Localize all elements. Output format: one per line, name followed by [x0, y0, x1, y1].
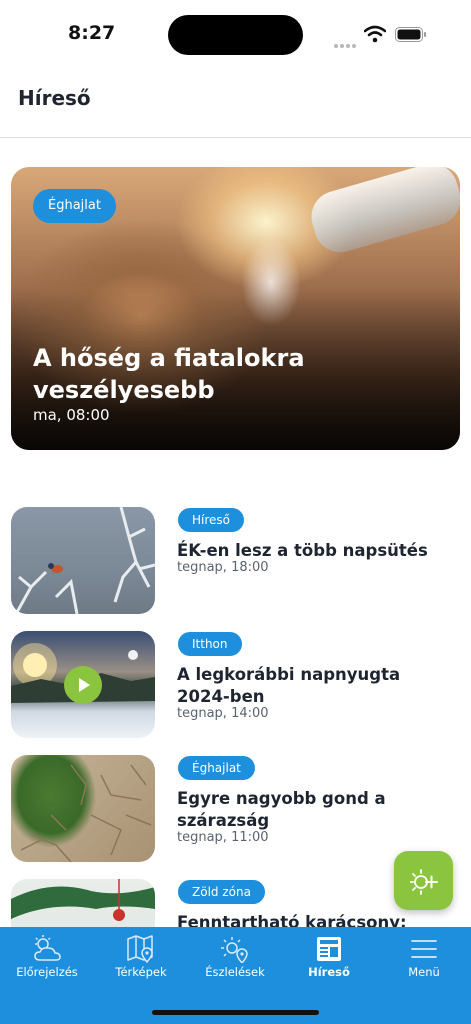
- map-icon: [127, 935, 153, 963]
- home-indicator[interactable]: [152, 1010, 319, 1015]
- news-list-item[interactable]: Híreső ÉK-en lesz a több napsütés tegnap…: [11, 507, 461, 615]
- status-bar: 8:27: [0, 0, 471, 70]
- cloud-sun-icon: [34, 935, 61, 961]
- news-thumbnail: [11, 507, 155, 614]
- tab-label: Észlelések: [205, 965, 265, 979]
- tab-label: Előrejelzés: [16, 965, 78, 979]
- hero-title: A hőség a fiatalokra veszélyesebb: [33, 344, 305, 404]
- hero-time: ma, 08:00: [33, 406, 110, 424]
- add-observation-button[interactable]: [394, 851, 453, 910]
- tab-label: Menü: [408, 965, 440, 979]
- news-list-item[interactable]: Itthon A legkorábbi napnyugta 2024-ben t…: [11, 631, 461, 739]
- tab-observations[interactable]: Észlelések: [188, 927, 282, 997]
- news-list-item[interactable]: Éghajlat Egyre nagyobb gond a szárazság …: [11, 755, 461, 863]
- menu-icon: [411, 940, 437, 958]
- battery-icon: [395, 27, 426, 42]
- tab-news[interactable]: Híreső: [282, 927, 376, 997]
- page-header: Híreső: [0, 70, 471, 138]
- bottom-tab-bar: Előrejelzés Térképek Észlelések Híreső M…: [0, 927, 471, 1024]
- sun-location-icon: [221, 937, 248, 963]
- news-time: tegnap, 18:00: [177, 560, 269, 575]
- tab-menu[interactable]: Menü: [377, 927, 471, 997]
- tab-label: Térképek: [115, 965, 167, 979]
- hero-article-card[interactable]: Éghajlat A hőség a fiatalokra veszélyese…: [11, 167, 460, 450]
- sun-plus-icon: [410, 869, 438, 895]
- page-title: Híreső: [18, 86, 91, 110]
- news-time: tegnap, 11:00: [177, 830, 269, 845]
- news-category-tag[interactable]: Zöld zóna: [178, 880, 265, 904]
- news-time: tegnap, 14:00: [177, 706, 269, 721]
- hero-image-bottle: [305, 167, 460, 259]
- hero-category-tag[interactable]: Éghajlat: [33, 189, 116, 223]
- wifi-icon: [364, 25, 386, 43]
- status-time: 8:27: [68, 22, 116, 44]
- news-category-tag[interactable]: Éghajlat: [178, 756, 255, 780]
- tab-maps[interactable]: Térképek: [94, 927, 188, 997]
- dynamic-island: [168, 15, 303, 55]
- tab-forecast[interactable]: Előrejelzés: [0, 927, 94, 997]
- news-title: ÉK-en lesz a több napsütés: [177, 541, 428, 560]
- play-video-icon[interactable]: [64, 666, 102, 704]
- tab-label: Híreső: [308, 965, 350, 979]
- signal-dots-icon: [334, 33, 358, 48]
- news-category-tag[interactable]: Itthon: [178, 632, 242, 656]
- newspaper-icon: [317, 937, 341, 961]
- news-title: Egyre nagyobb gond a szárazság: [177, 789, 386, 830]
- news-thumbnail: [11, 755, 155, 862]
- news-category-tag[interactable]: Híreső: [178, 508, 245, 532]
- news-thumbnail: [11, 631, 155, 738]
- news-title: A legkorábbi napnyugta 2024-ben: [177, 665, 401, 706]
